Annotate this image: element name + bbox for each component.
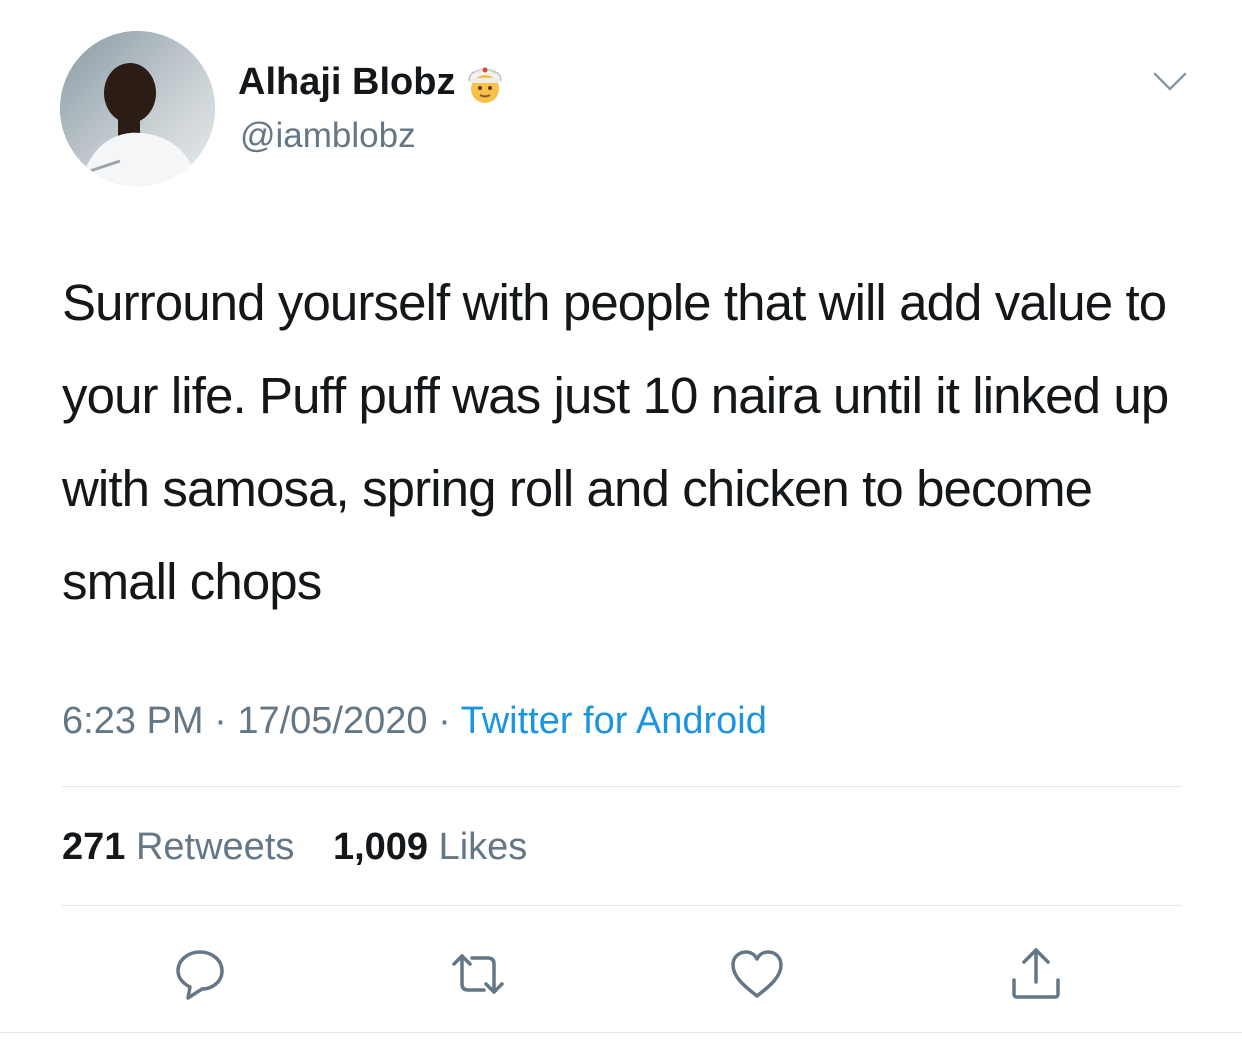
meta-separator: ·: [438, 700, 451, 742]
retweets-count: 271: [62, 826, 126, 868]
retweets-label: Retweets: [135, 826, 295, 868]
user-handle[interactable]: @iamblobz: [240, 114, 416, 158]
retweets-stat[interactable]: 271 Retweets: [62, 826, 294, 868]
tweet-date: 17/05/2020: [237, 700, 428, 742]
display-name-row[interactable]: Alhaji Blobz: [238, 58, 509, 106]
divider: [62, 905, 1182, 906]
tweet-meta: 6:23 PM · 17/05/2020 · Twitter for Andro…: [62, 696, 767, 746]
share-icon: [1012, 948, 1060, 999]
tweet-source-link[interactable]: Twitter for Android: [461, 700, 767, 742]
like-icon: [731, 950, 783, 998]
chevron-down-icon[interactable]: [1152, 68, 1188, 96]
tweet-text: Surround yourself with people that will …: [62, 274, 1169, 610]
meta-separator: ·: [214, 700, 227, 742]
divider: [62, 786, 1182, 787]
reply-icon: [176, 950, 224, 1000]
likes-label: Likes: [438, 826, 528, 868]
share-button[interactable]: [1004, 942, 1068, 1006]
man-with-turban-emoji-icon: [461, 58, 509, 106]
tweet-stats: 271 Retweets 1,009 Likes: [62, 822, 555, 872]
bottom-divider: [0, 1032, 1242, 1033]
retweet-button[interactable]: [446, 942, 510, 1006]
avatar-photo: [60, 31, 215, 186]
display-name[interactable]: Alhaji Blobz: [238, 58, 455, 106]
likes-count: 1,009: [332, 826, 429, 868]
like-button[interactable]: [725, 942, 789, 1006]
tweet-time: 6:23 PM: [62, 700, 204, 742]
avatar[interactable]: [60, 31, 215, 186]
retweet-icon: [452, 954, 504, 994]
likes-stat[interactable]: 1,009 Likes: [333, 826, 527, 868]
reply-button[interactable]: [168, 942, 232, 1006]
